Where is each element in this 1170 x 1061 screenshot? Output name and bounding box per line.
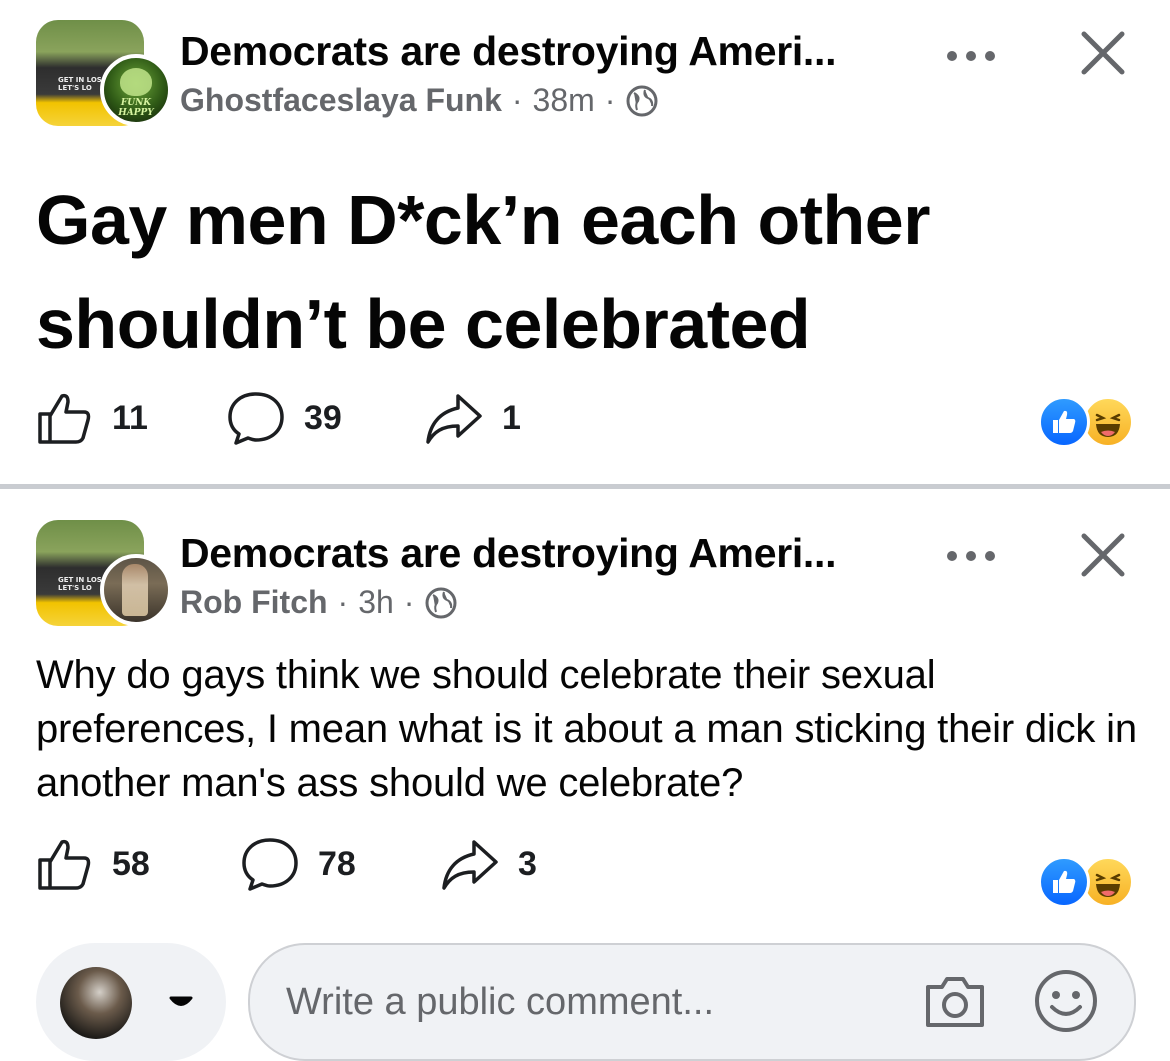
- more-icon[interactable]: [944, 46, 998, 66]
- globe-icon: [626, 85, 658, 116]
- comment-icon: [242, 838, 298, 891]
- reaction-summary[interactable]: [1038, 856, 1138, 908]
- post-meta: Ghostfaceslaya Funk · 38m ·: [180, 82, 659, 119]
- like-count: 11: [112, 398, 148, 437]
- post-body: Gay men D*ck’n each other shouldn’t be c…: [36, 181, 930, 363]
- self-avatar: [60, 967, 132, 1039]
- share-button[interactable]: 3: [440, 836, 537, 892]
- reaction-summary[interactable]: [1038, 396, 1138, 448]
- author-avatar[interactable]: FUNK HAPPY: [100, 54, 172, 126]
- comment-count: 78: [318, 844, 356, 883]
- group-name[interactable]: Democrats are destroying Ameri...: [180, 28, 920, 75]
- group-name[interactable]: Democrats are destroying Ameri...: [180, 530, 920, 577]
- post-divider: [0, 484, 1170, 489]
- smiley-icon[interactable]: [1032, 967, 1100, 1035]
- comment-icon: [228, 392, 284, 445]
- comment-button[interactable]: 78: [240, 836, 356, 892]
- share-count: 1: [502, 398, 521, 437]
- avatar-text: FUNK HAPPY: [118, 98, 154, 118]
- author-name[interactable]: Rob Fitch: [180, 584, 328, 621]
- meta-separator: ·: [337, 584, 349, 620]
- share-icon: [426, 394, 482, 444]
- comment-composer: [36, 943, 1146, 1061]
- like-reaction-icon: [1038, 856, 1090, 908]
- globe-icon: [425, 587, 457, 618]
- profile-switcher[interactable]: [36, 943, 226, 1061]
- author-avatar[interactable]: [100, 554, 172, 626]
- caret-down-icon: [169, 996, 193, 1006]
- post-meta: Rob Fitch · 3h ·: [180, 584, 458, 621]
- like-count: 58: [112, 844, 150, 883]
- like-icon: [38, 393, 91, 444]
- post-avatar[interactable]: GET IN LOSE LET'S LO FUNK HAPPY: [36, 20, 172, 132]
- comment-box[interactable]: [248, 943, 1136, 1061]
- post-time[interactable]: 38m: [533, 82, 595, 119]
- meta-separator: ·: [604, 82, 616, 118]
- meta-separator: ·: [511, 82, 523, 118]
- meta-separator: ·: [403, 584, 415, 620]
- close-icon[interactable]: [1078, 530, 1128, 580]
- post-body: Why do gays think we should celebrate th…: [36, 653, 1137, 805]
- close-icon[interactable]: [1078, 28, 1128, 78]
- author-name[interactable]: Ghostfaceslaya Funk: [180, 82, 502, 119]
- comment-button[interactable]: 39: [226, 390, 342, 446]
- post-time[interactable]: 3h: [358, 584, 394, 621]
- comment-count: 39: [304, 398, 342, 437]
- comment-input[interactable]: [286, 975, 886, 1029]
- camera-icon[interactable]: [922, 973, 988, 1031]
- more-icon[interactable]: [944, 546, 998, 566]
- post: GET IN LOSE LET'S LO FUNK HAPPY Democrat…: [0, 0, 1170, 484]
- like-reaction-icon: [1038, 396, 1090, 448]
- post-avatar[interactable]: GET IN LOSE LET'S LO: [36, 520, 172, 632]
- like-button[interactable]: 58: [36, 836, 150, 892]
- share-icon: [442, 840, 498, 890]
- like-icon: [38, 839, 91, 890]
- share-count: 3: [518, 844, 537, 883]
- share-button[interactable]: 1: [424, 390, 521, 446]
- like-button[interactable]: 11: [36, 390, 148, 446]
